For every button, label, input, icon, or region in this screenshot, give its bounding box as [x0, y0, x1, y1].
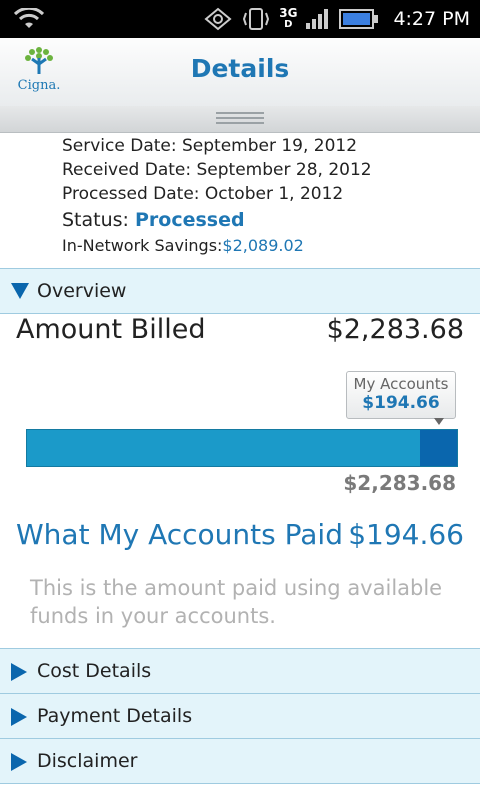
- savings-value: $2,089.02: [222, 236, 304, 255]
- triangle-right-icon: [11, 753, 27, 771]
- amount-billed-value: $2,283.68: [326, 314, 464, 345]
- billed-progress-bar: [26, 429, 458, 467]
- battery-icon: [339, 9, 379, 29]
- accounts-note: This is the amount paid using available …: [30, 576, 443, 628]
- received-date: Received Date: September 28, 2012: [62, 160, 372, 180]
- claim-details: Service Date: September 19, 2012 Receive…: [62, 134, 472, 258]
- tooltip-pointer-icon: [434, 418, 444, 425]
- processed-date: Processed Date: October 1, 2012: [62, 184, 344, 204]
- disclaimer-section[interactable]: Disclaimer: [0, 738, 480, 784]
- my-accounts-fill: [420, 430, 457, 466]
- status-label: Status:: [62, 209, 129, 231]
- network-sub: D: [284, 19, 293, 30]
- network-indicator: 3G D: [279, 6, 298, 30]
- cost-details-section[interactable]: Cost Details: [0, 648, 480, 694]
- triangle-down-icon: [11, 283, 29, 299]
- status-bar: 3G D 4:27 PM: [0, 0, 480, 38]
- tooltip-value: $194.66: [362, 393, 440, 413]
- claim-status: Status: Processed: [62, 206, 472, 234]
- bar-total-value: $2,283.68: [343, 471, 456, 495]
- signal-icon: [306, 9, 329, 29]
- disclaimer-label: Disclaimer: [37, 750, 138, 772]
- overview-label: Overview: [37, 280, 127, 302]
- accounts-paid-label: What My Accounts Paid: [16, 518, 343, 551]
- tooltip-label: My Accounts: [353, 375, 449, 393]
- in-network-savings: In-Network Savings:$2,089.02: [62, 234, 472, 258]
- grip-lines: [216, 112, 264, 126]
- accounts-paid-value: $194.66: [348, 518, 464, 551]
- gps-icon: [204, 7, 232, 31]
- drawer-handle[interactable]: [0, 106, 480, 133]
- triangle-right-icon: [11, 663, 27, 681]
- cost-details-label: Cost Details: [37, 660, 152, 682]
- my-accounts-tooltip: My Accounts $194.66: [346, 371, 456, 419]
- wifi-icon: [14, 8, 44, 28]
- vibrate-icon: [243, 8, 270, 30]
- savings-label: In-Network Savings:: [62, 236, 223, 255]
- page-title: Details: [190, 54, 290, 83]
- status-value: Processed: [135, 209, 245, 231]
- service-date: Service Date: September 19, 2012: [62, 136, 358, 156]
- amount-billed-label: Amount Billed: [16, 314, 206, 345]
- payment-details-label: Payment Details: [37, 705, 193, 727]
- network-type: 3G: [279, 6, 298, 20]
- triangle-right-icon: [11, 708, 27, 726]
- payment-details-section[interactable]: Payment Details: [0, 693, 480, 739]
- app-header: Cigna. Details: [0, 38, 480, 107]
- clock: 4:27 PM: [393, 8, 470, 30]
- overview-section-header[interactable]: Overview: [0, 268, 480, 314]
